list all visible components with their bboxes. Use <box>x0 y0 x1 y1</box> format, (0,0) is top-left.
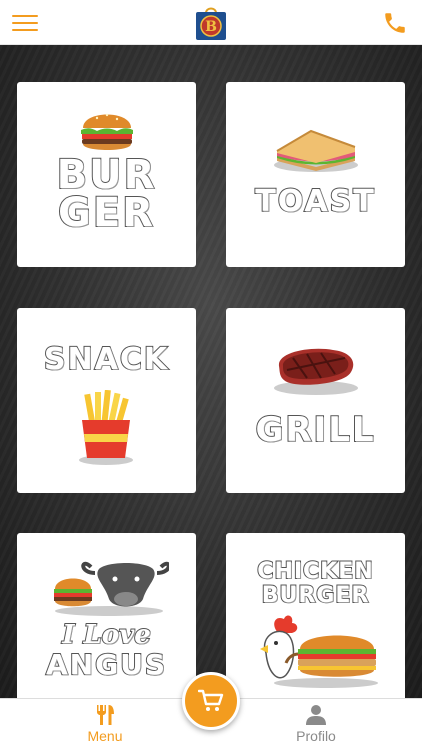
top-bar: B <box>0 0 422 45</box>
rooster-burger-icon <box>260 615 378 688</box>
category-tile-chicken-burger[interactable]: CHICKEN BURGER <box>226 533 405 698</box>
category-tile-angus[interactable]: I Love ANGUS <box>17 533 196 698</box>
tab-menu[interactable]: Menu <box>45 699 165 750</box>
user-icon <box>306 705 326 725</box>
category-title: GRILL <box>254 409 376 451</box>
buffalo-burger-icon <box>54 561 169 616</box>
fries-icon <box>79 390 133 465</box>
sandwich-icon <box>274 129 358 172</box>
tab-profilo[interactable]: Profilo <box>256 699 376 750</box>
category-title-line2: ANGUS <box>45 647 167 682</box>
hamburger-menu-icon[interactable] <box>12 14 38 32</box>
category-tile-grill[interactable]: GRILL <box>226 308 405 493</box>
logo-letter: B <box>205 19 217 35</box>
tab-menu-label: Menu <box>87 728 123 744</box>
steak-icon <box>274 348 358 395</box>
category-tile-burger[interactable]: BUR GER <box>17 82 196 267</box>
burger-icon <box>81 113 133 150</box>
category-tile-toast[interactable]: TOAST <box>226 82 405 267</box>
tab-profilo-label: Profilo <box>296 728 336 744</box>
category-tile-snack[interactable]: SNACK <box>17 308 196 493</box>
category-title: TOAST <box>254 183 376 220</box>
category-title-line2: BURGER <box>261 582 370 609</box>
category-title-line2: GER <box>57 189 155 237</box>
category-title: CHICKEN <box>256 558 374 585</box>
category-title: I Love <box>61 619 152 651</box>
cart-icon <box>198 689 224 711</box>
cart-button[interactable] <box>182 672 240 730</box>
phone-icon[interactable] <box>382 10 408 36</box>
category-title: SNACK <box>43 341 170 378</box>
logo: B <box>196 7 226 40</box>
category-grid: BUR GER TOAST SNACK GRILL I Love ANGUS C… <box>0 45 422 698</box>
fork-knife-icon <box>97 705 114 725</box>
